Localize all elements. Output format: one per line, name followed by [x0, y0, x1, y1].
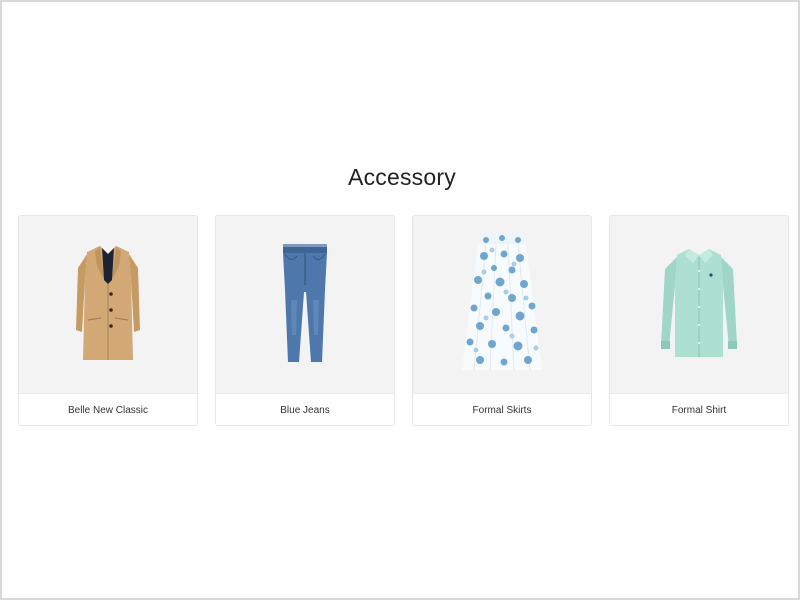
- product-grid: Belle New Classic Blue Jeans Formal Skir…: [18, 215, 789, 427]
- product-card[interactable]: Formal Skirts: [412, 215, 592, 426]
- coat-image: [76, 245, 140, 360]
- product-name: Belle New Classic: [19, 393, 197, 425]
- floral-skirt-image: [462, 233, 542, 370]
- product-card[interactable]: Belle New Classic: [18, 215, 198, 426]
- page-frame: Accessory Belle New Classic Blue Jeans F…: [0, 0, 800, 600]
- product-card[interactable]: Blue Jeans: [215, 215, 395, 426]
- product-image-container: [610, 216, 788, 393]
- shirt-image: [661, 248, 737, 357]
- product-name: Blue Jeans: [216, 393, 394, 425]
- product-name: Formal Shirt: [610, 393, 788, 425]
- jeans-image: [283, 243, 327, 362]
- product-image-container: [19, 216, 197, 393]
- product-name: Formal Skirts: [413, 393, 591, 425]
- product-image-container: [413, 216, 591, 393]
- product-image-container: [216, 216, 394, 393]
- product-card[interactable]: Formal Shirt: [609, 215, 789, 426]
- section-title: Accessory: [348, 164, 456, 190]
